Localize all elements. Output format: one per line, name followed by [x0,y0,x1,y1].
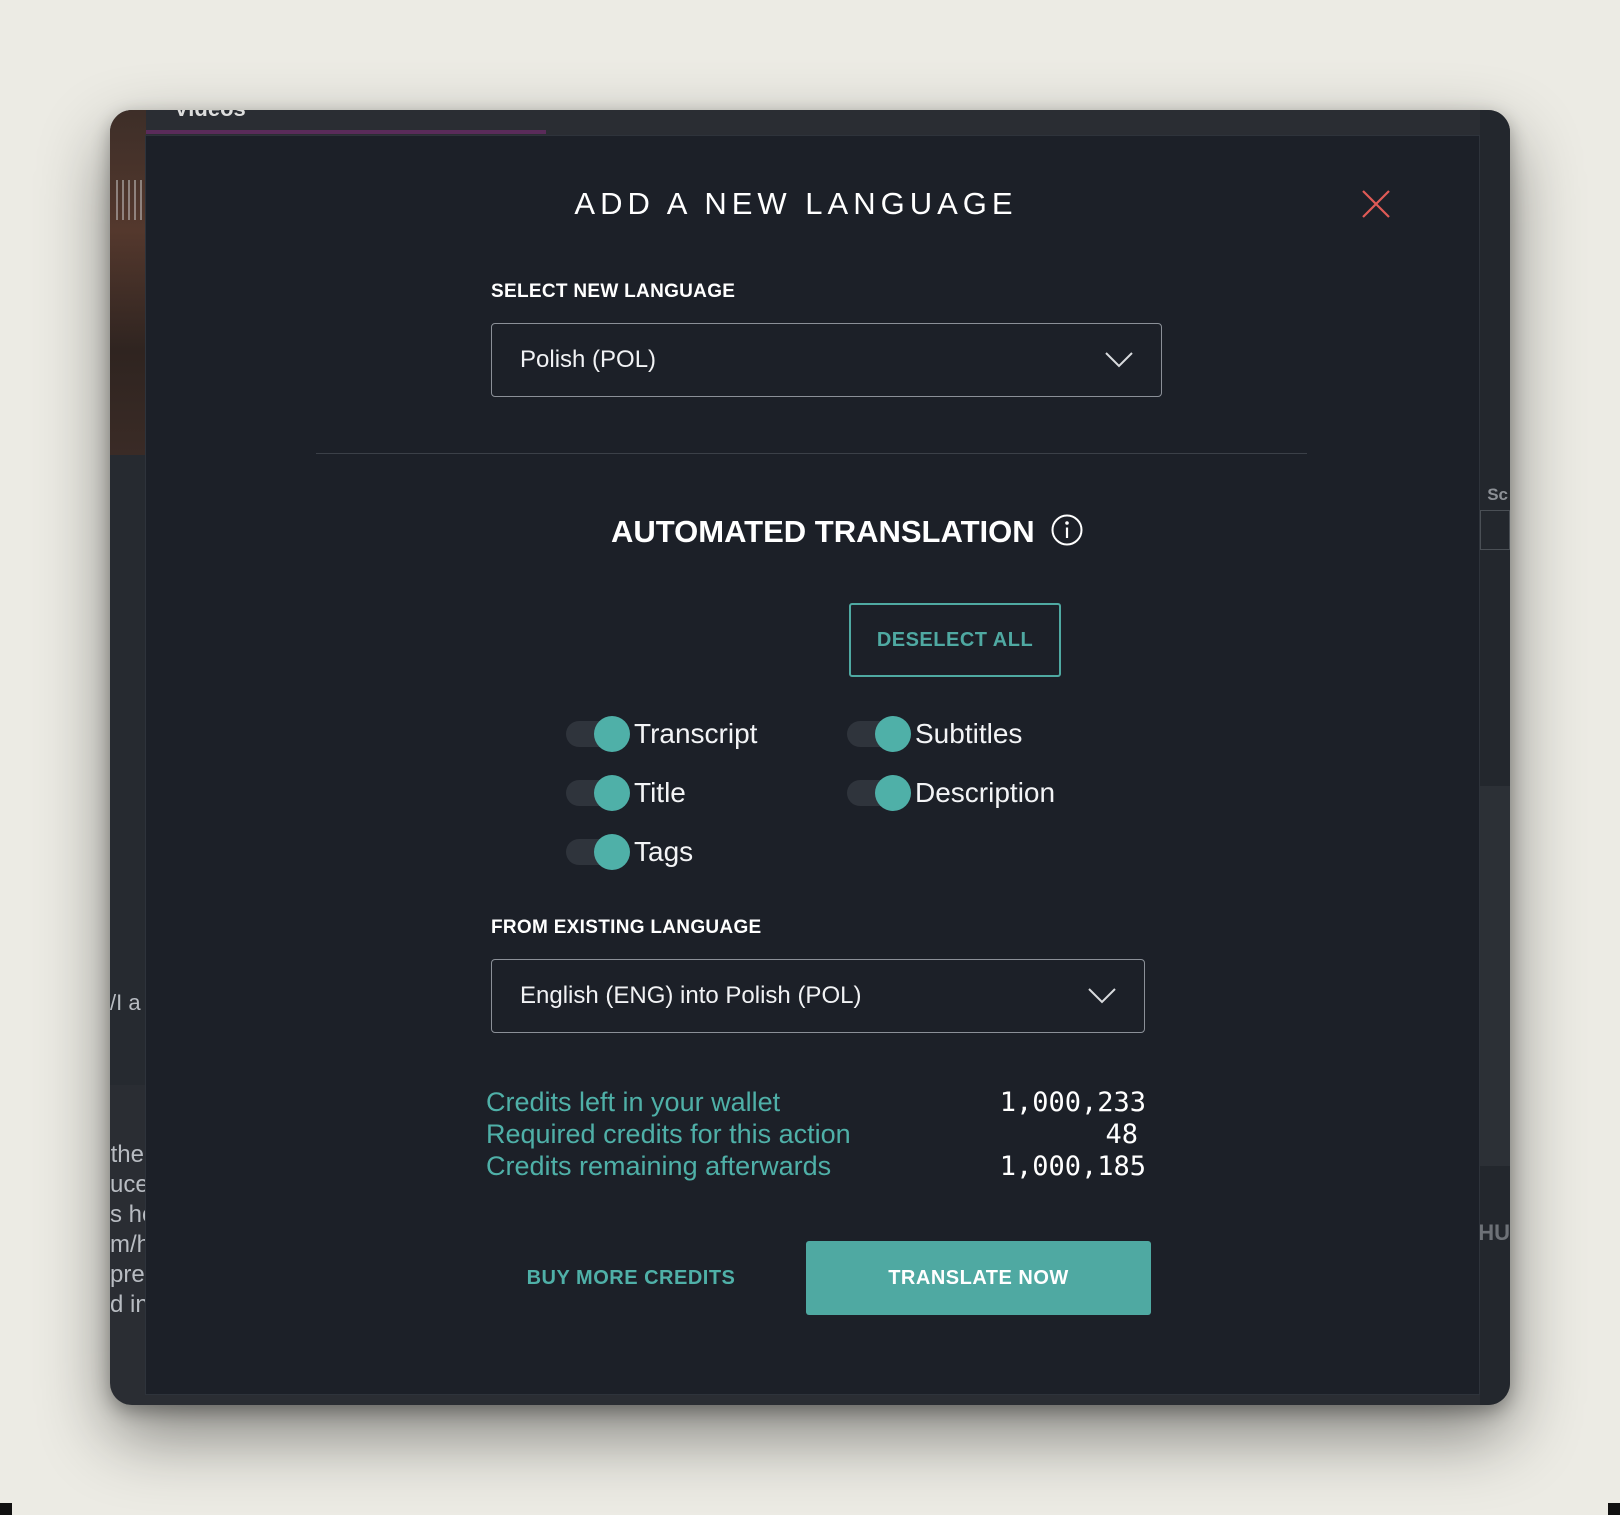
automated-translation-title: AUTOMATED TRANSLATION [611,514,1035,549]
section-divider [316,453,1307,454]
background-right-block [1480,786,1510,1166]
toggle-tags[interactable]: Tags [566,834,694,870]
existing-language-value: English (ENG) into Polish (POL) [520,982,862,1009]
toggle-label: Tags [634,836,694,867]
credits-value: 1,000,185 [999,1150,1146,1182]
toggle-label: Title [634,777,686,808]
background-text-fragment: /I a [110,990,141,1015]
buy-more-credits-button[interactable]: BUY MORE CREDITS [501,1241,761,1315]
credits-label: Credits left in your wallet [486,1086,781,1117]
screen-corner-marker [1608,1503,1620,1515]
background-text-fragment: HU [1478,1220,1510,1245]
existing-language-select[interactable]: English (ENG) into Polish (POL) [491,959,1145,1033]
background-text-line: uce [110,1171,146,1198]
toggle-switch[interactable] [566,775,630,811]
background-text-line: d in [110,1291,146,1318]
from-existing-language-label: FROM EXISTING LANGUAGE [491,917,762,938]
toggle-description[interactable]: Description [847,775,1056,811]
toggle-switch[interactable] [566,716,630,752]
chevron-down-icon [1105,352,1133,368]
modal-title: ADD A NEW LANGUAGE [574,186,1018,221]
toggle-title[interactable]: Title [566,775,686,811]
add-language-modal: ADD A NEW LANGUAGE SELECT NEW LANGUAGE P… [145,135,1480,1395]
background-text-line: m/h [110,1231,146,1258]
credits-value: 1,000,233 [999,1086,1146,1118]
background-page-title: Videos [174,110,246,122]
background-text-line: s ho [110,1201,146,1228]
background-text-line: prea [110,1261,146,1288]
app-window: Videos /I a the uce s ho m/h prea d in S… [110,110,1510,1405]
new-language-select[interactable]: Polish (POL) [491,323,1162,397]
toggle-switch[interactable] [847,775,911,811]
credits-label: Credits remaining afterwards [486,1150,832,1181]
background-text-line: the [110,1141,144,1168]
screen-corner-marker [0,1503,12,1515]
toggle-subtitles[interactable]: Subtitles [847,716,1023,752]
credits-value: 48 [1105,1118,1138,1150]
credits-summary: Credits left in your wallet 1,000,233 Re… [486,1086,1146,1182]
background-text-block: the uce s ho m/h prea d in [110,1140,146,1320]
background-progress-bar [146,130,546,134]
info-icon[interactable] [1051,514,1083,546]
chevron-down-icon [1088,988,1116,1004]
background-video-thumbnail [110,110,146,455]
toggle-transcript[interactable]: Transcript [566,716,758,752]
credits-row-remaining: Credits remaining afterwards 1,000,185 [486,1150,1146,1182]
toggle-switch[interactable] [566,834,630,870]
credits-label: Required credits for this action [486,1118,851,1149]
toggle-switch[interactable] [847,716,911,752]
expand-icon [1480,510,1510,550]
credits-row-required: Required credits for this action 48 [486,1118,1146,1150]
select-new-language-label: SELECT NEW LANGUAGE [491,281,736,302]
toggle-label: Subtitles [915,718,1023,749]
deselect-all-button[interactable]: DESELECT ALL [849,603,1061,677]
new-language-value: Polish (POL) [520,346,657,373]
credits-row-wallet: Credits left in your wallet 1,000,233 [486,1086,1146,1118]
toggle-label: Transcript [634,718,758,749]
close-icon[interactable] [1361,189,1391,219]
translate-now-button[interactable]: TRANSLATE NOW [806,1241,1151,1315]
background-text-fragment: Sc [1487,485,1508,504]
toggle-label: Description [915,777,1056,808]
background-right-panel [1480,110,1510,1405]
